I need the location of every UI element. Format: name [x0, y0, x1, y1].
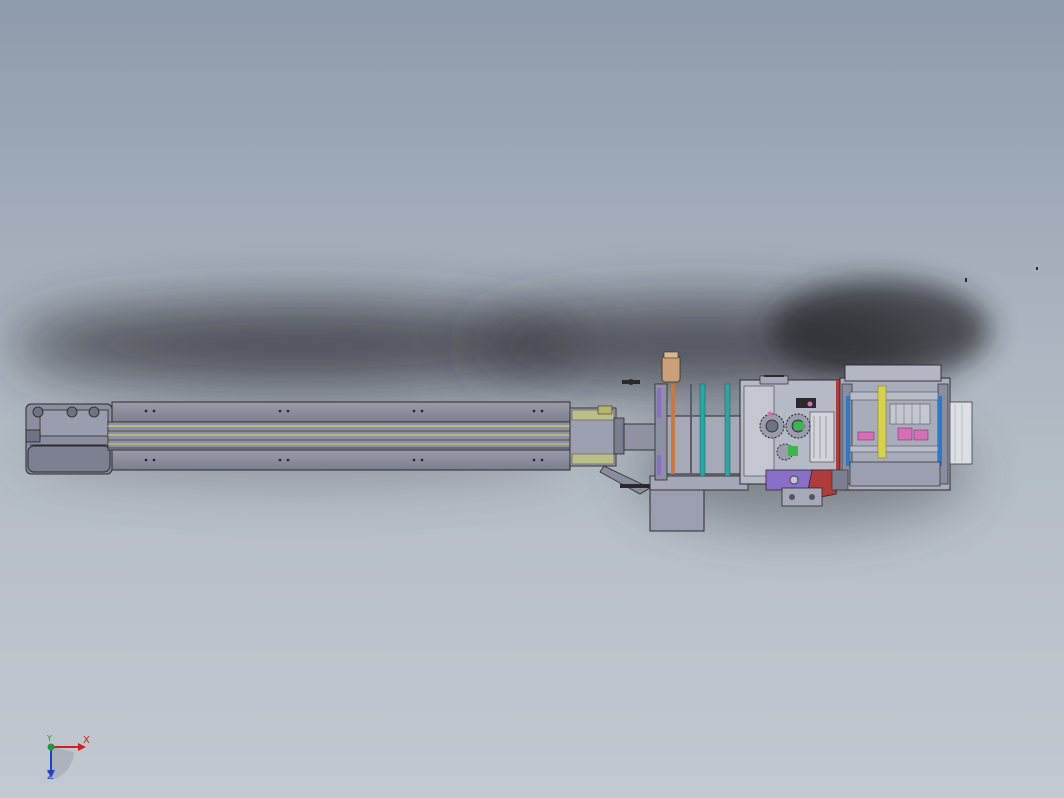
- upper-beam[interactable]: [111, 401, 571, 423]
- belt-rails[interactable]: [107, 421, 615, 451]
- graphics-viewport[interactable]: X Y Z: [0, 0, 1064, 798]
- right-frame[interactable]: [831, 364, 951, 491]
- y-axis-label: Y: [47, 734, 52, 743]
- end-roller-assembly[interactable]: [25, 403, 113, 475]
- y-axis-dot: [47, 743, 55, 751]
- end-plate[interactable]: [949, 401, 973, 465]
- z-axis-label: Z: [47, 771, 54, 782]
- lower-beam[interactable]: [111, 449, 571, 471]
- conveyor-arm[interactable]: [25, 401, 651, 495]
- x-axis-label: X: [83, 735, 90, 746]
- model-canvas[interactable]: [0, 0, 1064, 798]
- sensor-markers: [965, 267, 1038, 282]
